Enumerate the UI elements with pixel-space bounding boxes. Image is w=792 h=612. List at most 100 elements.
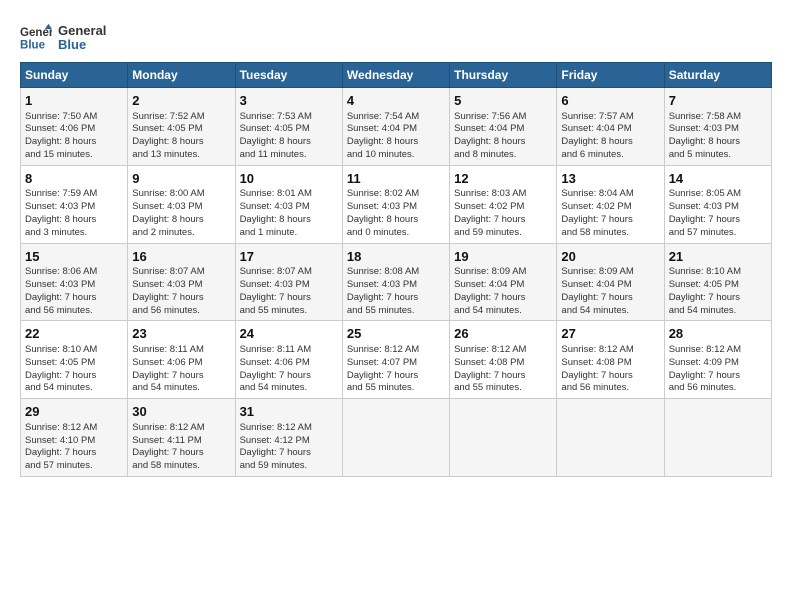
day-info-line: Sunrise: 7:56 AM <box>454 111 552 124</box>
day-info-line: Daylight: 7 hours <box>132 447 230 460</box>
day-cell: 3Sunrise: 7:53 AMSunset: 4:05 PMDaylight… <box>235 88 342 166</box>
day-info-line: Sunset: 4:06 PM <box>132 357 230 370</box>
day-info-line: Daylight: 8 hours <box>347 214 445 227</box>
day-number: 12 <box>454 170 552 188</box>
day-number: 26 <box>454 325 552 343</box>
day-cell: 27Sunrise: 8:12 AMSunset: 4:08 PMDayligh… <box>557 321 664 399</box>
day-cell: 14Sunrise: 8:05 AMSunset: 4:03 PMDayligh… <box>664 165 771 243</box>
day-info-line: Daylight: 7 hours <box>669 292 767 305</box>
day-info-line: Daylight: 7 hours <box>132 370 230 383</box>
day-cell <box>664 399 771 477</box>
day-cell: 7Sunrise: 7:58 AMSunset: 4:03 PMDaylight… <box>664 88 771 166</box>
day-info-line: Daylight: 8 hours <box>347 136 445 149</box>
page: General Blue General Blue SundayMondayTu… <box>0 0 792 487</box>
day-number: 1 <box>25 92 123 110</box>
day-info-line: Sunset: 4:03 PM <box>347 201 445 214</box>
day-number: 11 <box>347 170 445 188</box>
day-info-line: Sunset: 4:05 PM <box>25 357 123 370</box>
day-info-line: and 56 minutes. <box>669 382 767 395</box>
day-info-line: and 13 minutes. <box>132 149 230 162</box>
day-info-line: Sunset: 4:05 PM <box>669 279 767 292</box>
day-cell: 28Sunrise: 8:12 AMSunset: 4:09 PMDayligh… <box>664 321 771 399</box>
day-info-line: Daylight: 7 hours <box>25 447 123 460</box>
day-info-line: Sunset: 4:04 PM <box>454 123 552 136</box>
day-cell: 21Sunrise: 8:10 AMSunset: 4:05 PMDayligh… <box>664 243 771 321</box>
day-number: 21 <box>669 248 767 266</box>
day-info-line: Sunrise: 8:11 AM <box>240 344 338 357</box>
day-cell: 18Sunrise: 8:08 AMSunset: 4:03 PMDayligh… <box>342 243 449 321</box>
day-cell: 22Sunrise: 8:10 AMSunset: 4:05 PMDayligh… <box>21 321 128 399</box>
day-cell: 2Sunrise: 7:52 AMSunset: 4:05 PMDaylight… <box>128 88 235 166</box>
day-info-line: Sunrise: 8:02 AM <box>347 188 445 201</box>
day-info-line: Sunrise: 8:12 AM <box>454 344 552 357</box>
day-info-line: Daylight: 7 hours <box>347 370 445 383</box>
day-info-line: Sunset: 4:03 PM <box>25 279 123 292</box>
day-info-line: Sunrise: 7:58 AM <box>669 111 767 124</box>
day-number: 22 <box>25 325 123 343</box>
day-info-line: and 54 minutes. <box>240 382 338 395</box>
day-info-line: and 8 minutes. <box>454 149 552 162</box>
day-info-line: Sunset: 4:10 PM <box>25 435 123 448</box>
day-info-line: Sunrise: 7:50 AM <box>25 111 123 124</box>
day-info-line: Sunrise: 8:09 AM <box>561 266 659 279</box>
day-info-line: Sunset: 4:04 PM <box>561 123 659 136</box>
day-cell: 25Sunrise: 8:12 AMSunset: 4:07 PMDayligh… <box>342 321 449 399</box>
day-info-line: Sunset: 4:03 PM <box>240 201 338 214</box>
day-info-line: and 55 minutes. <box>347 382 445 395</box>
day-info-line: and 15 minutes. <box>25 149 123 162</box>
day-info-line: Sunrise: 8:12 AM <box>132 422 230 435</box>
day-info-line: Daylight: 8 hours <box>561 136 659 149</box>
day-info-line: Sunset: 4:12 PM <box>240 435 338 448</box>
day-info-line: Daylight: 7 hours <box>669 370 767 383</box>
day-info-line: Sunrise: 8:04 AM <box>561 188 659 201</box>
day-info-line: Daylight: 7 hours <box>454 292 552 305</box>
day-info-line: Sunrise: 7:53 AM <box>240 111 338 124</box>
logo-icon: General Blue <box>20 22 52 54</box>
day-number: 31 <box>240 403 338 421</box>
day-cell: 16Sunrise: 8:07 AMSunset: 4:03 PMDayligh… <box>128 243 235 321</box>
day-info-line: Sunrise: 7:59 AM <box>25 188 123 201</box>
day-info-line: Sunset: 4:04 PM <box>454 279 552 292</box>
day-info-line: Sunrise: 8:12 AM <box>669 344 767 357</box>
day-cell: 17Sunrise: 8:07 AMSunset: 4:03 PMDayligh… <box>235 243 342 321</box>
day-number: 28 <box>669 325 767 343</box>
day-info-line: and 57 minutes. <box>25 460 123 473</box>
day-info-line: Sunset: 4:07 PM <box>347 357 445 370</box>
day-cell: 12Sunrise: 8:03 AMSunset: 4:02 PMDayligh… <box>450 165 557 243</box>
day-cell: 10Sunrise: 8:01 AMSunset: 4:03 PMDayligh… <box>235 165 342 243</box>
day-info-line: and 3 minutes. <box>25 227 123 240</box>
day-info-line: Daylight: 8 hours <box>240 214 338 227</box>
day-cell: 15Sunrise: 8:06 AMSunset: 4:03 PMDayligh… <box>21 243 128 321</box>
day-cell: 26Sunrise: 8:12 AMSunset: 4:08 PMDayligh… <box>450 321 557 399</box>
day-cell: 5Sunrise: 7:56 AMSunset: 4:04 PMDaylight… <box>450 88 557 166</box>
day-info-line: Sunset: 4:08 PM <box>454 357 552 370</box>
day-info-line: Daylight: 7 hours <box>132 292 230 305</box>
day-info-line: Sunset: 4:04 PM <box>347 123 445 136</box>
logo-general: General <box>58 24 106 38</box>
day-info-line: and 59 minutes. <box>240 460 338 473</box>
day-info-line: Sunset: 4:05 PM <box>132 123 230 136</box>
day-info-line: Sunrise: 7:52 AM <box>132 111 230 124</box>
day-info-line: and 6 minutes. <box>561 149 659 162</box>
day-info-line: Daylight: 8 hours <box>25 136 123 149</box>
day-number: 30 <box>132 403 230 421</box>
day-info-line: Daylight: 7 hours <box>454 370 552 383</box>
day-info-line: and 54 minutes. <box>25 382 123 395</box>
day-info-line: Sunrise: 8:10 AM <box>25 344 123 357</box>
day-info-line: Sunset: 4:04 PM <box>561 279 659 292</box>
day-info-line: Sunset: 4:03 PM <box>25 201 123 214</box>
day-number: 17 <box>240 248 338 266</box>
day-info-line: Sunset: 4:03 PM <box>669 123 767 136</box>
day-number: 23 <box>132 325 230 343</box>
day-info-line: Daylight: 7 hours <box>561 292 659 305</box>
day-info-line: Daylight: 7 hours <box>240 370 338 383</box>
day-info-line: and 55 minutes. <box>454 382 552 395</box>
day-info-line: Sunrise: 8:12 AM <box>240 422 338 435</box>
day-info-line: and 55 minutes. <box>240 305 338 318</box>
day-info-line: Daylight: 7 hours <box>25 370 123 383</box>
day-info-line: Daylight: 7 hours <box>240 292 338 305</box>
week-row-5: 29Sunrise: 8:12 AMSunset: 4:10 PMDayligh… <box>21 399 772 477</box>
day-number: 16 <box>132 248 230 266</box>
header: General Blue General Blue <box>20 18 772 54</box>
col-header-monday: Monday <box>128 63 235 88</box>
